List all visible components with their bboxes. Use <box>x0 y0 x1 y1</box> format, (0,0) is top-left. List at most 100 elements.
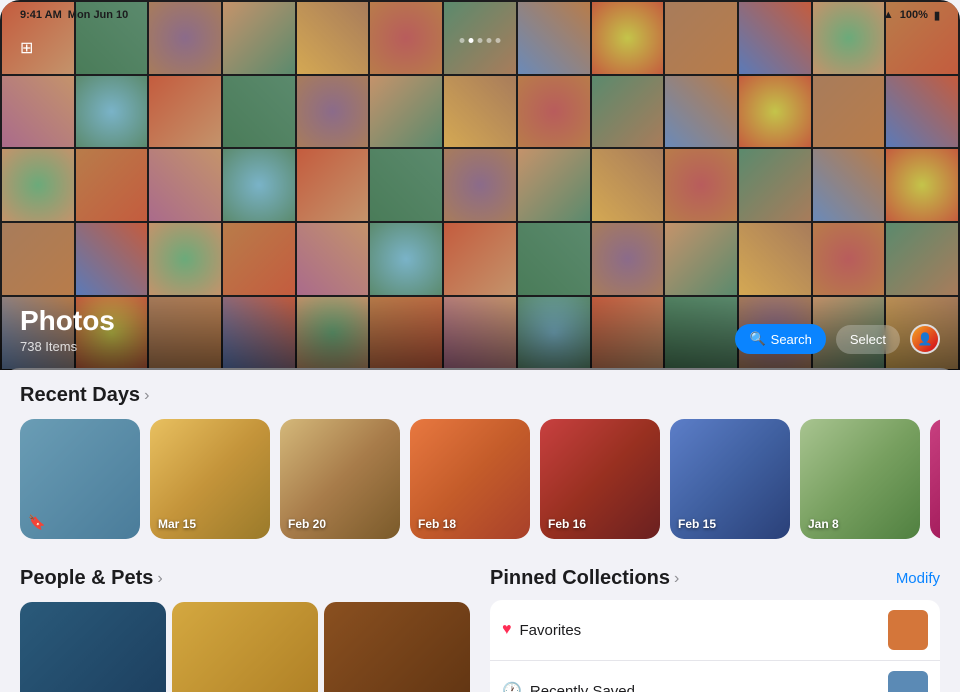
photo-cell[interactable] <box>2 297 74 369</box>
photo-cell[interactable] <box>886 149 958 221</box>
photo-cell[interactable] <box>813 223 885 295</box>
heart-icon: ♥ <box>502 621 512 639</box>
photo-cell[interactable] <box>886 76 958 148</box>
photo-cell[interactable] <box>297 149 369 221</box>
photo-cell[interactable] <box>76 76 148 148</box>
dot-5 <box>496 38 501 43</box>
search-icon: 🔍 <box>749 331 765 347</box>
people-grid: CalincaBisaToby <box>20 602 470 692</box>
day-card[interactable]: Mar 15 <box>150 419 270 539</box>
recent-days-title: Recent Days <box>20 384 140 407</box>
photo-cell[interactable] <box>370 76 442 148</box>
pinned-chevron: › <box>674 570 679 588</box>
photo-cell[interactable] <box>739 223 811 295</box>
bottom-panel: Recent Days › 🔖 Mar 15 Feb 20Feb 18 Feb 16 F… <box>0 368 960 692</box>
photo-cell[interactable] <box>149 297 221 369</box>
photo-cell[interactable] <box>518 297 590 369</box>
photo-cell[interactable] <box>149 149 221 221</box>
photo-cell[interactable] <box>813 76 885 148</box>
search-button[interactable]: 🔍 Search <box>735 324 825 354</box>
photo-cell[interactable] <box>2 76 74 148</box>
photo-cell[interactable] <box>2 223 74 295</box>
photo-cell[interactable] <box>886 223 958 295</box>
screen: 9:41 AM Mon Jun 10 ▲ 100% ▮ ⊞ Photos 738… <box>0 0 960 692</box>
photo-cell[interactable] <box>76 149 148 221</box>
photo-cell[interactable] <box>149 223 221 295</box>
day-card[interactable]: Feb 20 <box>280 419 400 539</box>
dots-indicator <box>460 38 501 43</box>
battery-icon: ▮ <box>934 9 940 22</box>
day-card[interactable] <box>930 419 940 539</box>
dot-1 <box>460 38 465 43</box>
day-card[interactable]: Jan 8 <box>800 419 920 539</box>
photo-cell[interactable] <box>518 76 590 148</box>
people-pets-title: People & Pets <box>20 567 153 590</box>
photo-cell[interactable] <box>370 149 442 221</box>
pinned-item-thumb <box>888 671 928 692</box>
photo-cell[interactable] <box>297 297 369 369</box>
photo-cell[interactable] <box>444 149 516 221</box>
people-pets-header[interactable]: People & Pets › <box>20 567 470 590</box>
pinned-item[interactable]: ♥Favorites <box>490 600 940 661</box>
photo-cell[interactable] <box>76 223 148 295</box>
photo-cell[interactable] <box>370 297 442 369</box>
photo-cell[interactable] <box>665 76 737 148</box>
day-card[interactable]: 🔖 <box>20 419 140 539</box>
day-card[interactable]: Feb 15 <box>670 419 790 539</box>
person-card[interactable]: Bisa <box>324 602 470 692</box>
pinned-header: Pinned Collections › Modify <box>490 567 940 590</box>
photo-cell[interactable] <box>444 297 516 369</box>
day-label: Mar 15 <box>158 517 196 531</box>
day-label: Feb 16 <box>548 517 586 531</box>
photo-cell[interactable] <box>223 149 295 221</box>
dot-2 <box>469 38 474 43</box>
pinned-item[interactable]: 🕐 Recently Saved <box>490 661 940 692</box>
photo-cell[interactable] <box>2 149 74 221</box>
day-label: Jan 8 <box>808 517 839 531</box>
pinned-item-left: 🕐 Recently Saved <box>502 681 635 692</box>
photo-cell[interactable] <box>592 297 664 369</box>
photo-cell[interactable] <box>444 76 516 148</box>
photo-cell[interactable] <box>592 76 664 148</box>
photo-cell[interactable] <box>813 149 885 221</box>
photo-cell[interactable] <box>149 76 221 148</box>
modify-button[interactable]: Modify <box>896 570 940 587</box>
dot-3 <box>478 38 483 43</box>
person-card[interactable]: Calinca <box>172 602 318 692</box>
layout-icon[interactable]: ⊞ <box>20 38 33 58</box>
person-card[interactable] <box>20 602 166 692</box>
avatar[interactable]: 👤 <box>910 324 940 354</box>
day-card[interactable]: Feb 18 <box>410 419 530 539</box>
photo-cell[interactable] <box>223 76 295 148</box>
photo-cell[interactable] <box>297 76 369 148</box>
recent-days-header[interactable]: Recent Days › <box>20 384 940 407</box>
battery-text: 100% <box>900 9 928 21</box>
pinned-item-name: Recently Saved <box>530 683 635 692</box>
photo-cell[interactable] <box>665 149 737 221</box>
photo-cell[interactable] <box>223 297 295 369</box>
select-button[interactable]: Select <box>836 325 900 354</box>
day-label: Feb 15 <box>678 517 716 531</box>
recent-days-scroll[interactable]: 🔖 Mar 15 Feb 20Feb 18 Feb 16 Feb 15 Jan 8 <box>20 419 940 547</box>
photo-cell[interactable] <box>665 297 737 369</box>
pinned-title-row[interactable]: Pinned Collections › <box>490 567 679 590</box>
pinned-title: Pinned Collections <box>490 567 670 590</box>
photo-cell[interactable] <box>665 223 737 295</box>
photo-cell[interactable] <box>76 297 148 369</box>
photo-cell[interactable] <box>444 223 516 295</box>
photo-cell[interactable] <box>592 223 664 295</box>
photo-cell[interactable] <box>223 223 295 295</box>
photo-cell[interactable] <box>518 223 590 295</box>
photo-cell[interactable] <box>518 149 590 221</box>
photo-cell[interactable] <box>739 149 811 221</box>
status-date: Mon Jun 10 <box>68 9 129 21</box>
avatar-image: 👤 <box>912 326 938 352</box>
recent-days-chevron: › <box>144 387 149 405</box>
photo-cell[interactable] <box>592 149 664 221</box>
photo-cell[interactable] <box>739 76 811 148</box>
photo-cell[interactable] <box>297 223 369 295</box>
clock-icon: 🕐 <box>502 681 522 692</box>
photo-cell[interactable] <box>370 223 442 295</box>
day-card[interactable]: Feb 16 <box>540 419 660 539</box>
pinned-list: ♥Favorites 🕐 Recently Saved <box>490 600 940 692</box>
